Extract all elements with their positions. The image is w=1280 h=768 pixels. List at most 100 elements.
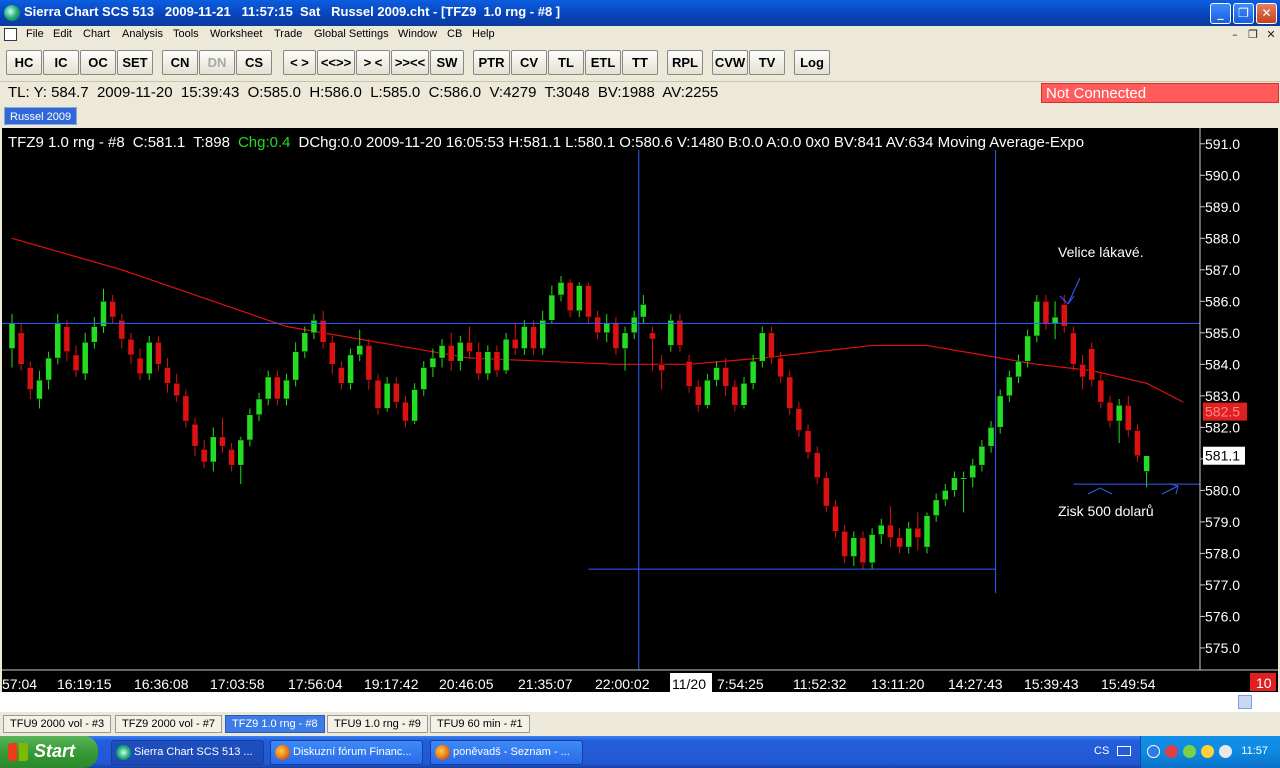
candle-body[interactable] [91,326,98,343]
candle-body[interactable] [173,382,180,397]
hc-button[interactable]: HC [6,50,42,75]
ptr-button[interactable]: PTR [473,50,510,75]
start-button[interactable]: Start [0,736,98,768]
candle-body[interactable] [356,345,363,356]
candle-body[interactable] [722,367,729,387]
candle-body[interactable] [731,386,739,406]
candle-body[interactable] [512,338,519,349]
tt-button[interactable]: TT [622,50,658,75]
task-firefox-forum[interactable]: Diskuzní fórum Financ... [270,740,423,765]
squeeze-button[interactable]: > < [356,50,390,75]
candle-body[interactable] [1097,379,1105,403]
candle-body[interactable] [868,534,876,564]
candle-body[interactable] [264,376,272,400]
chart-canvas[interactable]: 591.0 590.0 589.0 588.0 587.0 586.0 585.0 584.0… [2,128,1278,692]
candle-body[interactable] [338,367,345,384]
candle-body[interactable] [557,282,565,296]
candle-body[interactable] [905,527,912,548]
candle-body[interactable] [383,382,391,409]
candle-body[interactable] [127,338,135,356]
step-button[interactable]: < > [283,50,316,75]
candle-body[interactable] [740,382,748,406]
menu-worksheet[interactable]: Worksheet [210,28,262,40]
candle-body[interactable] [466,342,473,352]
candle-body[interactable] [942,490,949,501]
cvw-button[interactable]: CVW [712,50,748,75]
price-chart[interactable]: 591.0 590.0 589.0 588.0 587.0 586.0 585.0 584.0… [2,128,1278,692]
tray-network-icon[interactable] [1165,745,1178,758]
close-button[interactable]: ✕ [1256,3,1277,24]
candle-body[interactable] [658,364,665,371]
candle-body[interactable] [1125,405,1132,431]
keyboard-icon[interactable] [1117,746,1131,756]
candle-body[interactable] [365,345,373,381]
mdi-minimize-button[interactable]: – [1228,28,1242,42]
candle-body[interactable] [136,357,144,375]
rpl-button[interactable]: RPL [667,50,703,75]
candle-body[interactable] [191,423,199,447]
connection-status[interactable]: Not Connected [1041,83,1279,103]
ic-button[interactable]: IC [43,50,79,75]
candle-body[interactable] [548,294,556,321]
menu-chart[interactable]: Chart [83,28,110,40]
candle-body[interactable] [768,332,775,359]
tab-tfz9-1-rng[interactable]: TFZ9 1.0 rng - #8 [225,715,325,733]
log-button[interactable]: Log [794,50,830,75]
candle-body[interactable] [1143,455,1150,472]
candle-body[interactable] [1088,348,1095,381]
candle-body[interactable] [45,357,52,381]
etl-button[interactable]: ETL [585,50,621,75]
candle-body[interactable] [859,537,867,564]
oc-button[interactable]: OC [80,50,116,75]
fast-step-button[interactable]: <<>> [317,50,355,75]
mdi-restore-button[interactable]: ❐ [1246,28,1260,42]
candle-body[interactable] [795,408,803,431]
candle-body[interactable] [447,345,455,362]
candle-body[interactable] [566,282,574,312]
candle-body[interactable] [155,342,162,365]
candle-body[interactable] [402,401,409,422]
cn-button[interactable]: CN [162,50,198,75]
tray-arrow-icon[interactable] [1147,745,1160,758]
tab-tfu9-2000-vol[interactable]: TFU9 2000 vol - #3 [3,715,112,733]
candle-body[interactable] [832,505,839,532]
cv-button[interactable]: CV [511,50,547,75]
candle-body[interactable] [219,436,226,447]
candle-body[interactable] [676,319,684,346]
cs-button[interactable]: CS [236,50,272,75]
menu-trade[interactable]: Trade [274,28,302,40]
candle-body[interactable] [72,354,80,371]
candle-body[interactable] [749,360,757,384]
candle-body[interactable] [978,446,986,466]
scrollbar-thumb[interactable] [1238,695,1252,709]
candle-body[interactable] [594,316,601,334]
candle-body[interactable] [17,332,25,365]
candle-body[interactable] [960,477,967,480]
candle-body[interactable] [585,285,592,318]
candle-body[interactable] [932,499,940,516]
candle-body[interactable] [969,464,976,479]
candle-body[interactable] [411,389,418,422]
tab-tfu9-1-rng[interactable]: TFU9 1.0 rng - #9 [327,715,428,733]
candle-body[interactable] [823,477,830,507]
candle-body[interactable] [521,326,528,349]
sw-button[interactable]: SW [430,50,464,75]
candle-body[interactable] [274,376,281,400]
candle-body[interactable] [813,452,821,479]
candle-body[interactable] [887,524,894,538]
horizontal-scrollbar[interactable] [0,692,1280,712]
menu-help[interactable]: Help [472,28,495,40]
candle-body[interactable] [1024,335,1031,362]
candle-body[interactable] [292,351,299,381]
candle-body[interactable] [246,414,254,441]
candle-body[interactable] [576,285,583,312]
candle-body[interactable] [374,379,382,409]
candle-body[interactable] [457,342,464,362]
language-indicator[interactable]: CS [1094,745,1109,757]
tray-app-icon[interactable] [1183,745,1196,758]
candle-body[interactable] [329,342,336,365]
candle-body[interactable] [493,351,501,371]
candle-body[interactable] [923,515,931,548]
candle-body[interactable] [438,345,446,359]
candle-body[interactable] [704,379,711,406]
